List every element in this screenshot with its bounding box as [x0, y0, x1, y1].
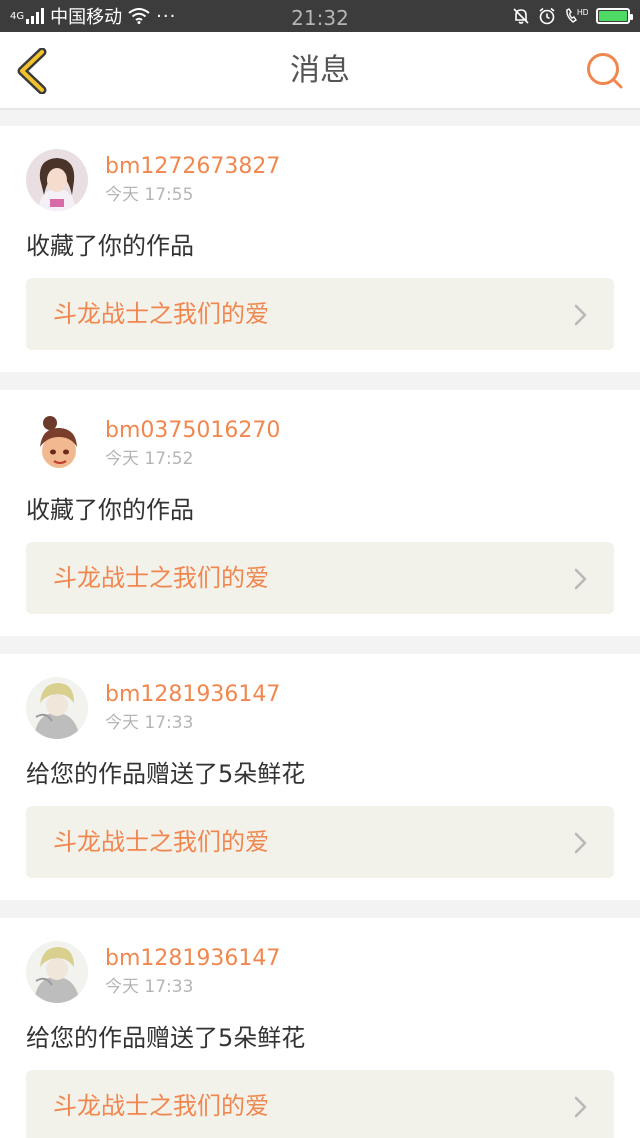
status-bar: 4G 中国移动 ··· 21:32 HD [0, 0, 640, 32]
svg-text:HD: HD [577, 8, 588, 17]
message-time: 今天 17:33 [105, 977, 194, 997]
chevron-right-icon [574, 304, 587, 326]
message-card: bm1281936147 今天 17:33 给您的作品赠送了5朵鲜花 斗龙战士之… [0, 654, 640, 900]
work-title: 斗龙战士之我们的爱 [53, 300, 269, 328]
user-meta: bm0375016270 今天 17:52 [105, 417, 280, 471]
mute-bell-icon [513, 8, 529, 24]
work-link[interactable]: 斗龙战士之我们的爱 [26, 806, 614, 878]
battery-icon [596, 8, 633, 24]
page-title: 消息 [290, 53, 350, 88]
work-title: 斗龙战士之我们的爱 [53, 564, 269, 592]
user-meta: bm1281936147 今天 17:33 [105, 945, 280, 999]
work-link[interactable]: 斗龙战士之我们的爱 [26, 542, 614, 614]
work-title: 斗龙战士之我们的爱 [53, 1092, 269, 1120]
message-time: 今天 17:33 [105, 713, 194, 733]
message-card: bm1281936147 今天 17:33 给您的作品赠送了5朵鲜花 斗龙战士之… [0, 918, 640, 1138]
message-card: bm0375016270 今天 17:52 收藏了你的作品 斗龙战士之我们的爱 [0, 390, 640, 636]
username[interactable]: bm1281936147 [105, 945, 280, 973]
user-row: bm1281936147 今天 17:33 [26, 676, 614, 740]
status-right: HD [512, 0, 633, 32]
chevron-right-icon [574, 568, 587, 590]
nav-bar: 消息 [0, 32, 640, 110]
action-text: 给您的作品赠送了5朵鲜花 [26, 760, 306, 788]
message-time: 今天 17:55 [105, 185, 194, 205]
hd-call-icon: HD [566, 8, 588, 23]
avatar[interactable] [26, 413, 88, 475]
avatar[interactable] [26, 677, 88, 739]
chevron-right-icon [574, 832, 587, 854]
work-link[interactable]: 斗龙战士之我们的爱 [26, 1070, 614, 1138]
username[interactable]: bm1272673827 [105, 153, 280, 181]
user-meta: bm1281936147 今天 17:33 [105, 681, 280, 735]
message-list: bm1272673827 今天 17:55 收藏了你的作品 斗龙战士之我们的爱 [0, 126, 640, 1138]
work-title: 斗龙战士之我们的爱 [53, 828, 269, 856]
work-link[interactable]: 斗龙战士之我们的爱 [26, 278, 614, 350]
message-time: 今天 17:52 [105, 449, 194, 469]
avatar[interactable] [26, 941, 88, 1003]
username[interactable]: bm1281936147 [105, 681, 280, 709]
action-text: 给您的作品赠送了5朵鲜花 [26, 1024, 306, 1052]
action-text: 收藏了你的作品 [26, 496, 194, 524]
action-text: 收藏了你的作品 [26, 232, 194, 260]
avatar[interactable] [26, 149, 88, 211]
user-row: bm1272673827 今天 17:55 [26, 148, 614, 212]
user-row: bm1281936147 今天 17:33 [26, 940, 614, 1004]
alarm-icon [539, 7, 555, 25]
username[interactable]: bm0375016270 [105, 417, 280, 445]
user-row: bm0375016270 今天 17:52 [26, 412, 614, 476]
message-card: bm1272673827 今天 17:55 收藏了你的作品 斗龙战士之我们的爱 [0, 126, 640, 372]
search-icon[interactable] [584, 50, 626, 92]
user-meta: bm1272673827 今天 17:55 [105, 153, 280, 207]
chevron-right-icon [574, 1096, 587, 1118]
